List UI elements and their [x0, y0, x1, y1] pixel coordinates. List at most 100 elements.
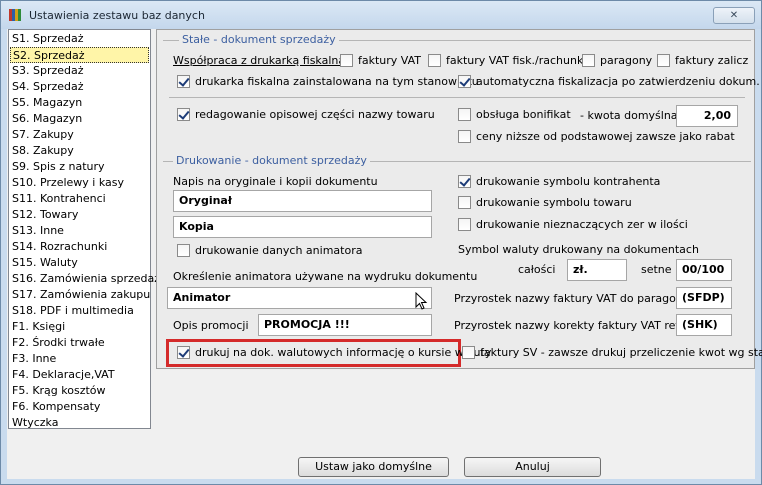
settings-window: Ustawienia zestawu baz danych ✕ S1. Sprz… — [0, 0, 762, 485]
checkbox-symbol-kontrahenta[interactable]: drukowanie symbolu kontrahenta — [458, 175, 660, 188]
setne-input[interactable]: 00/100 — [676, 259, 732, 281]
kwota-label: - kwota domyślna — [580, 109, 678, 122]
sidebar-item[interactable]: S6. Magazyn — [10, 111, 149, 127]
sidebar-item[interactable]: S5. Magazyn — [10, 95, 149, 111]
checkbox-label: drukuj na dok. walutowych informację o k… — [195, 346, 492, 359]
checkbox-faktury-zalicz[interactable]: faktury zalicz — [657, 54, 748, 67]
checkbox-label: faktury SV - zawsze drukuj przeliczenie … — [480, 346, 762, 359]
checkbox-faktury-sv[interactable]: faktury SV - zawsze drukuj przeliczenie … — [462, 346, 762, 359]
sidebar-item[interactable]: F2. Środki trwałe — [10, 335, 149, 351]
cancel-button[interactable]: Anuluj — [464, 457, 601, 477]
sidebar-item[interactable]: S12. Towary — [10, 207, 149, 223]
checkbox-label: paragony — [600, 54, 653, 67]
setne-label: setne — [641, 263, 672, 276]
checkbox-faktury-vat-fisk[interactable]: faktury VAT fisk./rachunki — [428, 54, 586, 67]
promo-input[interactable]: PROMOCJA !!! — [258, 314, 432, 336]
sidebar-item[interactable]: S18. PDF i multimedia — [10, 303, 149, 319]
app-icon — [9, 8, 23, 22]
sidebar-item[interactable]: S2. Sprzedaż — [10, 47, 149, 63]
checkbox-label: obsługa bonifikat — [476, 108, 571, 121]
animator-label: Określenie animatora używane na wydruku … — [173, 270, 478, 283]
group-title-stale: Stałe - dokument sprzedaży — [179, 33, 339, 46]
checkbox-box[interactable] — [462, 346, 475, 359]
checkbox-auto-fiskalizacja[interactable]: automatyczna fiskalizacja po zatwierdzen… — [458, 75, 760, 88]
checkbox-label: ceny niższe od podstawowej zawsze jako r… — [476, 130, 735, 143]
sidebar-item[interactable]: S9. Spis z natury — [10, 159, 149, 175]
sidebar-item[interactable]: S11. Kontrahenci — [10, 191, 149, 207]
sidebar-item[interactable]: S7. Zakupy — [10, 127, 149, 143]
przyrostek-vat-label: Przyrostek nazwy faktury VAT do paragonu — [454, 292, 690, 305]
checkbox-box[interactable] — [458, 130, 471, 143]
checkbox-label: drukowanie danych animatora — [195, 244, 363, 257]
przyrostek-korekty-input[interactable]: (SHK) — [676, 314, 732, 336]
checkbox-label: faktury zalicz — [675, 54, 749, 67]
checkbox-faktury-vat[interactable]: faktury VAT — [340, 54, 421, 67]
oryginal-input[interactable]: Oryginał — [173, 190, 432, 212]
kopia-input[interactable]: Kopia — [173, 216, 432, 238]
checkbox-box[interactable] — [458, 75, 471, 88]
sidebar-item[interactable]: F1. Księgi — [10, 319, 149, 335]
checkbox-box[interactable] — [177, 108, 190, 121]
sidebar-item[interactable]: F4. Deklaracje,VAT — [10, 367, 149, 383]
calosci-label: całości — [518, 263, 556, 276]
close-button[interactable]: ✕ — [713, 7, 755, 24]
checkbox-dane-animatora[interactable]: drukowanie danych animatora — [177, 244, 362, 257]
checkbox-box[interactable] — [177, 346, 190, 359]
checkbox-box[interactable] — [428, 54, 441, 67]
checkbox-symbol-towaru[interactable]: drukowanie symbolu towaru — [458, 196, 632, 209]
sidebar-item[interactable]: S3. Sprzedaż — [10, 63, 149, 79]
settings-panel: Stałe - dokument sprzedaży Współpraca z … — [156, 29, 762, 369]
sidebar-item[interactable]: S4. Sprzedaż — [10, 79, 149, 95]
sidebar-item[interactable]: S13. Inne — [10, 223, 149, 239]
sidebar-item[interactable]: F6. Kompensaty — [10, 399, 149, 415]
przyrostek-vat-input[interactable]: (SFDP) — [676, 287, 732, 309]
checkbox-redagowanie[interactable]: redagowanie opisowej części nazwy towaru — [177, 108, 435, 121]
sidebar-item[interactable]: S17. Zamówienia zakupu — [10, 287, 150, 303]
checkbox-bonifikat[interactable]: obsługa bonifikat — [458, 108, 571, 121]
checkbox-label: drukowanie symbolu kontrahenta — [476, 175, 661, 188]
sidebar-item[interactable]: Wtyczka — [10, 415, 149, 431]
checkbox-box[interactable] — [458, 196, 471, 209]
mouse-cursor-icon — [415, 292, 428, 310]
checkbox-label: drukowanie nieznaczących zer w ilości — [476, 218, 688, 231]
divider — [169, 97, 745, 98]
checkbox-box[interactable] — [177, 75, 190, 88]
symbol-waluty-label: Symbol waluty drukowany na dokumentach — [458, 243, 699, 256]
fiscal-printer-label: Współpraca z drukarką fiskalną — [173, 54, 346, 67]
calosci-input[interactable]: zł. — [567, 259, 627, 281]
checkbox-box[interactable] — [177, 244, 190, 257]
sidebar-item[interactable]: S16. Zamówienia sprzedaży — [10, 271, 167, 287]
sidebar-item[interactable]: S14. Rozrachunki — [10, 239, 149, 255]
client-area: S1. Sprzedaż S2. Sprzedaż S3. Sprzedaż S4. … — [7, 29, 762, 479]
checkbox-label: drukowanie symbolu towaru — [476, 196, 632, 209]
checkbox-box[interactable] — [458, 218, 471, 231]
title-bar[interactable]: Ustawienia zestawu baz danych ✕ — [1, 1, 761, 29]
checkbox-box[interactable] — [458, 108, 471, 121]
animator-input[interactable]: Animator — [167, 287, 432, 309]
checkbox-box[interactable] — [340, 54, 353, 67]
kwota-input[interactable]: 2,00 — [676, 105, 738, 127]
checkbox-nieznaczace-zera[interactable]: drukowanie nieznaczących zer w ilości — [458, 218, 688, 231]
sidebar-item[interactable]: S15. Waluty — [10, 255, 149, 271]
checkbox-label: drukarka fiskalna zainstalowana na tym s… — [195, 75, 479, 88]
window-title: Ustawienia zestawu baz danych — [29, 9, 205, 22]
checkbox-box[interactable] — [582, 54, 595, 67]
checkbox-ceny-nizsze[interactable]: ceny niższe od podstawowej zawsze jako r… — [458, 130, 735, 143]
checkbox-kurs-waluty[interactable]: drukuj na dok. walutowych informację o k… — [177, 346, 491, 359]
checkbox-label: automatyczna fiskalizacja po zatwierdzen… — [476, 75, 760, 88]
checkbox-drukarka-fiskalna[interactable]: drukarka fiskalna zainstalowana na tym s… — [177, 75, 479, 88]
set-default-button[interactable]: Ustaw jako domyślne — [298, 457, 449, 477]
sidebar-item[interactable]: F3. Inne — [10, 351, 149, 367]
sidebar-item[interactable]: S8. Zakupy — [10, 143, 149, 159]
przyrostek-korekty-label: Przyrostek nazwy korekty faktury VAT ref… — [454, 319, 682, 332]
checkbox-paragony[interactable]: paragony — [582, 54, 652, 67]
checkbox-box[interactable] — [458, 175, 471, 188]
sidebar-item[interactable]: S1. Sprzedaż — [10, 31, 149, 47]
section-list[interactable]: S1. Sprzedaż S2. Sprzedaż S3. Sprzedaż S4. … — [8, 29, 167, 431]
checkbox-label: redagowanie opisowej części nazwy towaru — [195, 108, 435, 121]
checkbox-label: faktury VAT fisk./rachunki — [446, 54, 587, 67]
checkbox-label: faktury VAT — [358, 54, 422, 67]
sidebar-item[interactable]: S10. Przelewy i kasy — [10, 175, 149, 191]
checkbox-box[interactable] — [657, 54, 670, 67]
sidebar-item[interactable]: F5. Krąg kosztów — [10, 383, 149, 399]
